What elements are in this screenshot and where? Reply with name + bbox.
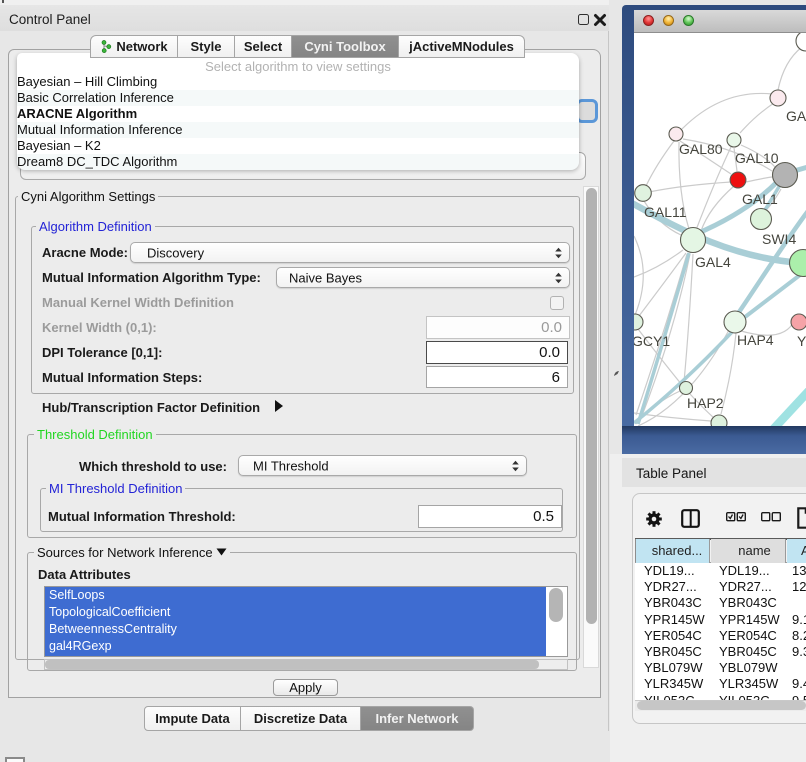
- svg-text:GAL10: GAL10: [735, 150, 779, 166]
- svg-text:GAL1: GAL1: [742, 191, 778, 207]
- svg-text:HAP2: HAP2: [687, 395, 724, 411]
- svg-text:GAL11: GAL11: [644, 204, 687, 220]
- svg-text:HAP4: HAP4: [737, 332, 774, 348]
- svg-text:YM: YM: [797, 333, 806, 349]
- svg-text:GAL4: GAL4: [695, 254, 731, 270]
- svg-text:SWI4: SWI4: [762, 231, 796, 247]
- svg-text:GAL80: GAL80: [679, 141, 723, 157]
- svg-text:GAL7: GAL7: [786, 108, 806, 124]
- svg-text:GCY1: GCY1: [634, 333, 670, 349]
